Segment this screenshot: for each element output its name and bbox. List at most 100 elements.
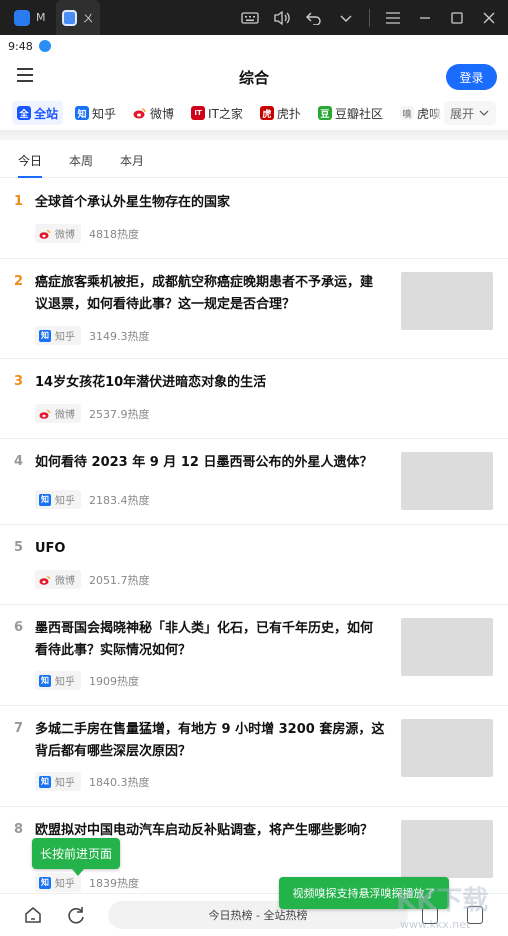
- source-tab-label: 微博: [150, 106, 175, 121]
- source-tab-huxiu[interactable]: 嗅 虎嗅: [395, 101, 446, 125]
- list-item[interactable]: 6 墨西哥国会揭晓神秘「非人类」化石，已有千年历史，如何 看待此事？实际情况如何？…: [0, 605, 508, 706]
- rank-number: 7: [14, 721, 24, 736]
- thumbnail-image[interactable]: [401, 618, 493, 676]
- heat-value: 1840.3热度: [89, 775, 150, 789]
- item-meta: 微博 2051.7热度: [35, 570, 150, 589]
- source-tab-douban[interactable]: 豆 豆瓣社区: [313, 101, 388, 125]
- tab-month[interactable]: 本月: [120, 142, 144, 178]
- rank-number: 5: [14, 540, 24, 555]
- rank-number: 6: [14, 620, 24, 635]
- heat-value: 2051.7热度: [89, 573, 150, 587]
- close-icon[interactable]: [480, 9, 498, 27]
- heat-value: 2183.4热度: [89, 493, 150, 507]
- source-tag: 知 知乎: [35, 671, 81, 690]
- heat-value: 4818热度: [89, 227, 139, 241]
- rank-number: 8: [14, 822, 24, 837]
- item-title: 如何看待 2023 年 9 月 12 日墨西哥公布的外星人遗体？: [35, 455, 373, 470]
- source-tab-label: 虎嗅: [416, 106, 441, 121]
- more-icon[interactable]: [467, 906, 483, 924]
- source-tab-weibo[interactable]: 微博: [128, 101, 179, 125]
- status-bar: 9:48: [0, 35, 508, 57]
- source-tabs: 全 全站 知 知乎 微博 IT IT之家 虎 虎扑 豆 豆瓣社区 嗅 虎嗅: [0, 97, 508, 129]
- zhihu-icon: 知: [39, 329, 51, 342]
- divider: [369, 8, 370, 27]
- menu-icon[interactable]: [17, 68, 33, 82]
- list-item[interactable]: 5 UFO 微博 2051.7热度: [0, 525, 508, 605]
- source-tab-label: 豆瓣社区: [334, 106, 383, 121]
- item-title: 癌症旅客乘机被拒，成都航空称癌症晚期患者不予承运，建 议退票，如何看待此事？这一规…: [35, 275, 374, 312]
- keyboard-icon[interactable]: [241, 9, 259, 27]
- page-title: 综合: [238, 69, 269, 87]
- weibo-icon: [133, 108, 146, 119]
- thumbnail-image[interactable]: [401, 272, 493, 330]
- zhihu-icon: 知: [39, 493, 51, 506]
- list-item[interactable]: 7 多城二手房在售量猛增，有地方 9 小时增 3200 套房源，这 背后都有哪些深…: [0, 706, 508, 807]
- expand-button[interactable]: 展开: [444, 101, 496, 125]
- divider: [0, 130, 508, 140]
- rank-number: 4: [14, 454, 24, 469]
- volume-icon[interactable]: [273, 9, 291, 27]
- huxiu-icon: 嗅: [399, 106, 414, 120]
- thumbnail-image[interactable]: [401, 820, 493, 878]
- item-title: 14岁女孩花10年潜伏进暗恋对象的生活: [35, 375, 267, 390]
- refresh-icon[interactable]: [66, 905, 86, 925]
- hupu-icon: 虎: [259, 106, 274, 120]
- source-tag: 微博: [35, 224, 81, 243]
- source-tab-label: 知乎: [92, 106, 117, 121]
- list-item[interactable]: 2 癌症旅客乘机被拒，成都航空称癌症晚期患者不予承运，建 议退票，如何看待此事？这…: [0, 259, 508, 359]
- video-sniff-toast: 视频嗅探支持悬浮嗅探播放了: [279, 877, 449, 909]
- weibo-icon: [39, 229, 51, 239]
- minimize-icon[interactable]: [416, 9, 434, 27]
- douban-icon: 豆: [317, 106, 332, 120]
- list-item[interactable]: 1 全球首个承认外星生物存在的国家 微博 4818热度: [0, 179, 508, 259]
- source-tab-zhihu[interactable]: 知 知乎: [70, 101, 121, 125]
- source-tab-hupu[interactable]: 虎 虎扑: [255, 101, 306, 125]
- zhihu-icon: 知: [39, 775, 51, 788]
- heat-value: 1909热度: [89, 674, 139, 688]
- heat-value: 3149.3热度: [89, 329, 150, 343]
- item-meta: 知 知乎 3149.3热度: [35, 326, 150, 345]
- emulator-tab2-label: ㄨ: [82, 11, 94, 25]
- emulator-tab-label: M: [36, 11, 46, 24]
- source-tab-label: 虎扑: [276, 106, 301, 121]
- back-icon[interactable]: [305, 9, 323, 27]
- home-icon[interactable]: [24, 906, 42, 924]
- emulator-tab-active[interactable]: ㄨ: [55, 0, 100, 35]
- chevron-down-icon: [479, 110, 489, 116]
- tab-today[interactable]: 今日: [18, 142, 43, 178]
- long-press-tooltip: 长按前进页面: [32, 838, 120, 876]
- heat-value: 1839热度: [89, 876, 139, 890]
- app-icon: [14, 9, 30, 26]
- hamburger-icon[interactable]: [384, 9, 402, 27]
- item-title: 多城二手房在售量猛增，有地方 9 小时增 3200 套房源，这 背后都有哪些深层次…: [35, 722, 385, 759]
- item-title: UFO: [35, 541, 66, 556]
- tab-week[interactable]: 本周: [69, 142, 93, 178]
- item-meta: 微博 2537.9热度: [35, 404, 150, 423]
- chevron-down-icon[interactable]: [337, 9, 355, 27]
- item-meta: 知 知乎 1839热度: [35, 873, 139, 892]
- thumbnail-image[interactable]: [401, 452, 493, 510]
- hot-list: 1 全球首个承认外星生物存在的国家 微博 4818热度 2 癌症旅客乘机被拒，成…: [0, 179, 508, 908]
- list-item[interactable]: 3 14岁女孩花10年潜伏进暗恋对象的生活 微博 2537.9热度: [0, 359, 508, 439]
- rank-number: 2: [14, 274, 24, 289]
- source-tag: 微博: [35, 570, 81, 589]
- source-tab-ithome[interactable]: IT IT之家: [186, 101, 248, 125]
- item-meta: 微博 4818热度: [35, 224, 139, 243]
- source-tag: 知 知乎: [35, 772, 81, 791]
- item-meta: 知 知乎 1840.3热度: [35, 772, 150, 791]
- thumbnail-image[interactable]: [401, 719, 493, 777]
- emulator-tab[interactable]: M: [0, 0, 52, 35]
- item-title: 全球首个承认外星生物存在的国家: [35, 195, 231, 210]
- source-tag: 知 知乎: [35, 326, 81, 345]
- all-icon: 全: [17, 106, 31, 120]
- rank-number: 1: [14, 194, 24, 209]
- login-button[interactable]: 登录: [446, 64, 497, 90]
- source-tab-all[interactable]: 全 全站: [12, 101, 64, 125]
- zhihu-icon: 知: [39, 876, 51, 889]
- zhihu-icon: 知: [75, 106, 90, 120]
- source-tab-label: IT之家: [208, 106, 243, 121]
- weibo-icon: [39, 575, 51, 585]
- list-item[interactable]: 4 如何看待 2023 年 9 月 12 日墨西哥公布的外星人遗体？ 知 知乎 …: [0, 439, 508, 525]
- item-title: 墨西哥国会揭晓神秘「非人类」化石，已有千年历史，如何 看待此事？实际情况如何？: [35, 621, 374, 658]
- maximize-icon[interactable]: [448, 9, 466, 27]
